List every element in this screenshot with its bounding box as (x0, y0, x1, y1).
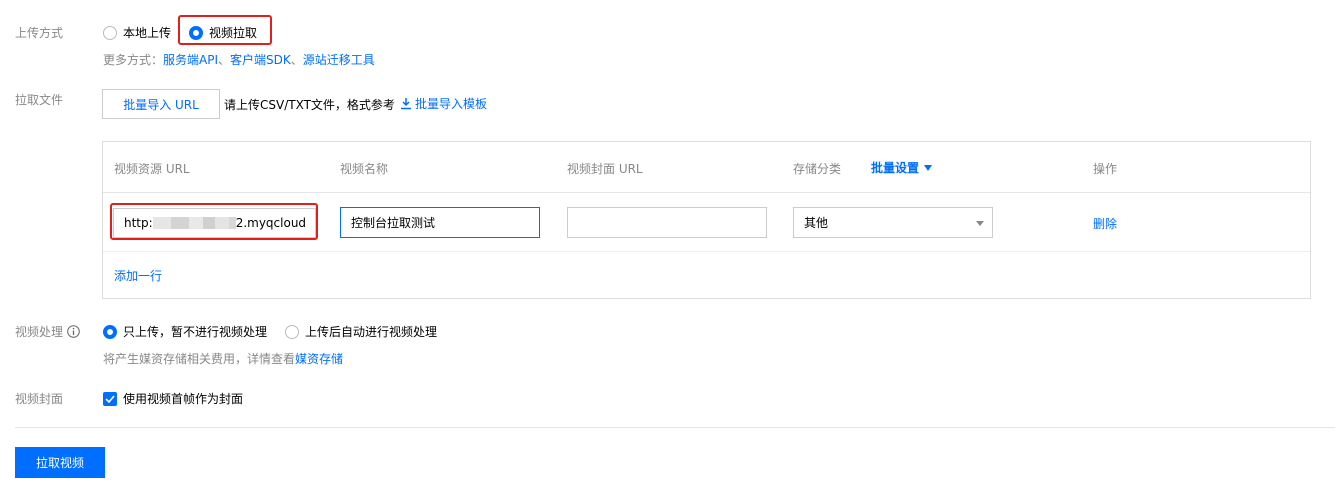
delete-row-link[interactable]: 删除 (1093, 215, 1117, 232)
cover-label: 视频封面 (15, 392, 64, 406)
batch-import-template-link[interactable]: 批量导入模板 (400, 95, 487, 112)
pull-file-label: 拉取文件 (15, 93, 64, 107)
checkbox-checked-icon (103, 391, 117, 406)
upload-method-label: 上传方式 (15, 26, 64, 40)
link-client-sdk[interactable]: 客户端SDK (230, 51, 291, 68)
radio-local-upload[interactable]: 本地上传 (103, 24, 171, 41)
storage-fee-note: 将产生媒资存储相关费用，详情查看 媒资存储 (103, 350, 343, 367)
link-server-api[interactable]: 服务端API (163, 51, 218, 68)
media-storage-link[interactable]: 媒资存储 (295, 350, 343, 367)
storage-category-value: 其他 (804, 216, 829, 230)
header-video-url: 视频资源 URL (114, 162, 190, 176)
radio-upload-only[interactable]: 只上传，暂不进行视频处理 (103, 323, 267, 340)
radio-local-upload-label: 本地上传 (123, 26, 172, 40)
divider (103, 192, 1310, 193)
separator: 、 (218, 53, 231, 67)
radio-auto-process-label: 上传后自动进行视频处理 (305, 325, 438, 339)
first-frame-cover-label: 使用视频首帧作为封面 (123, 392, 244, 406)
radio-auto-process[interactable]: 上传后自动进行视频处理 (285, 323, 437, 340)
cover-url-input[interactable] (567, 207, 767, 238)
link-migration-tool[interactable]: 源站迁移工具 (303, 51, 375, 68)
fee-note-text: 将产生媒资存储相关费用，详情查看 (103, 352, 296, 366)
radio-off-icon (103, 25, 117, 40)
header-video-name: 视频名称 (340, 162, 389, 176)
first-frame-cover-checkbox[interactable]: 使用视频首帧作为封面 (103, 390, 243, 407)
separator: 、 (290, 53, 303, 67)
divider (103, 251, 1310, 252)
header-operations: 操作 (1093, 162, 1118, 176)
batch-import-url-button[interactable]: 批量导入 URL (102, 89, 220, 119)
processing-label: 视频处理 (15, 325, 64, 339)
more-methods: 更多方式： 服务端API 、 客户端SDK 、 源站迁移工具 (103, 51, 375, 68)
highlight-box-url (110, 203, 318, 240)
batch-settings-label: 批量设置 (871, 161, 920, 175)
pull-video-button[interactable]: 拉取视频 (15, 447, 105, 478)
batch-settings-dropdown[interactable]: 批量设置 (871, 159, 933, 176)
radio-upload-only-label: 只上传，暂不进行视频处理 (123, 325, 268, 339)
header-cover-url: 视频封面 URL (567, 162, 643, 176)
info-icon[interactable] (67, 325, 80, 338)
caret-down-icon (924, 164, 933, 171)
radio-on-icon (189, 25, 203, 40)
download-icon (401, 98, 411, 110)
radio-off-icon (285, 324, 299, 339)
radio-video-pull-label: 视频拉取 (209, 26, 258, 40)
video-name-input[interactable]: 控制台拉取测试 (340, 207, 540, 238)
storage-category-select[interactable]: 其他 (793, 207, 993, 238)
processing-label-group: 视频处理 (15, 323, 80, 340)
import-hint: 请上传CSV/TXT文件，格式参考 (224, 98, 395, 112)
more-methods-prefix: 更多方式： (103, 53, 164, 67)
video-table: 视频资源 URL 视频名称 视频封面 URL 存储分类 批量设置 操作 http… (102, 141, 1311, 299)
header-storage-category: 存储分类 (793, 162, 842, 176)
footer-divider (15, 427, 1335, 428)
radio-video-pull[interactable]: 视频拉取 (189, 24, 257, 41)
template-link-label: 批量导入模板 (415, 97, 488, 111)
select-arrow-icon (976, 221, 984, 226)
add-row-link[interactable]: 添加一行 (114, 267, 162, 284)
radio-on-icon (103, 324, 117, 339)
